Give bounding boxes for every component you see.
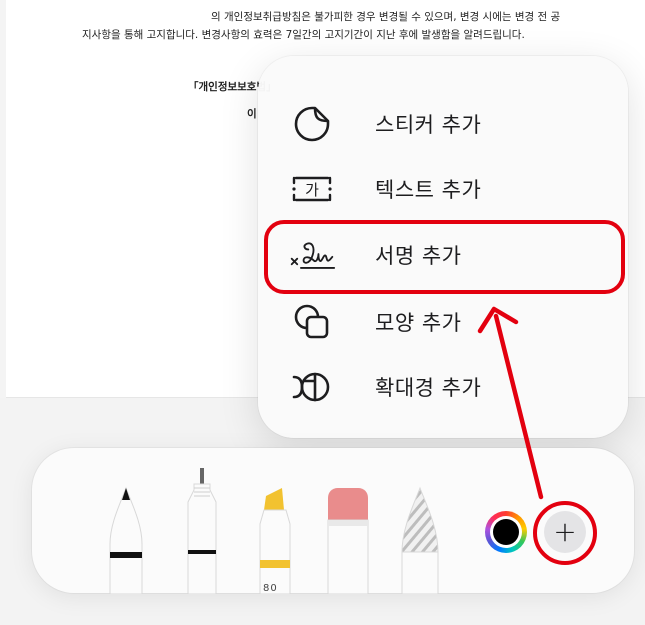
eraser-icon[interactable]	[322, 484, 374, 594]
document-text-line: 이	[247, 108, 257, 120]
fineliner-icon[interactable]	[176, 466, 228, 594]
menu-item-add-magnifier[interactable]: 확대경 추가	[258, 354, 628, 420]
menu-item-add-text[interactable]: 가 텍스트 추가	[258, 156, 628, 222]
selected-color-swatch	[493, 519, 519, 545]
menu-item-label: 모양 추가	[375, 311, 462, 335]
text-box-icon: 가	[288, 165, 336, 213]
magnifier-icon	[288, 363, 336, 411]
sticker-icon	[288, 100, 336, 148]
menu-item-add-shape[interactable]: 모양 추가	[258, 289, 628, 355]
annotation-highlight-box	[264, 220, 625, 294]
menu-item-label: 확대경 추가	[375, 376, 482, 400]
text-box-icon-glyph: 가	[305, 181, 319, 199]
menu-item-add-sticker[interactable]: 스티커 추가	[258, 91, 628, 157]
pen-icon[interactable]	[100, 484, 152, 594]
highlighter-icon[interactable]	[250, 484, 302, 594]
pencil-icon[interactable]	[394, 484, 446, 594]
menu-item-label: 텍스트 추가	[375, 178, 482, 202]
color-picker-button[interactable]	[485, 511, 527, 553]
highlighter-width-label: 80	[263, 583, 278, 594]
menu-item-label: 스티커 추가	[375, 113, 482, 137]
annotation-highlight-circle	[533, 501, 597, 565]
shapes-icon	[288, 298, 336, 346]
document-text-line: 의 개인정보취급방침은 불가피한 경우 변경될 수 있으며, 변경 시에는 변경…	[211, 11, 561, 23]
document-text-line: 지사항을 통해 고지합니다. 변경사항의 효력은 7일간의 고지기간이 지난 후…	[82, 29, 525, 41]
